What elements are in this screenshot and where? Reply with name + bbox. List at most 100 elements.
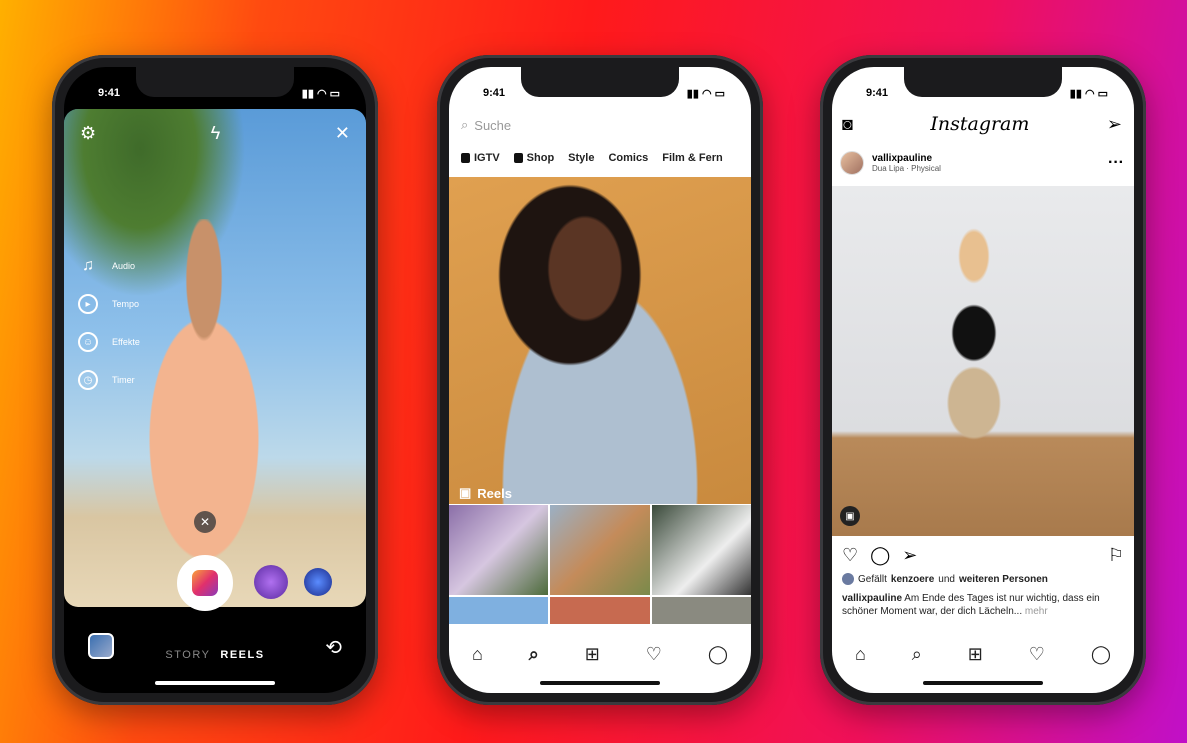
phone-feed: 9:41 ▮▮ ◠ ▭ ◙ Instagram ➢ vallixpauline Dua …	[820, 55, 1146, 705]
reels-tools: ♫ Audio ▸ Tempo ☺ Effekte ◷ Timer	[78, 247, 140, 399]
tab-bar: ⌂ ⌕ ⊞ ♡ ◯	[832, 644, 1134, 665]
likes-mid: und	[938, 573, 955, 585]
caption-username[interactable]: vallixpauline	[842, 593, 902, 604]
reels-icon: ▣	[840, 506, 860, 526]
tool-label: Effekte	[112, 337, 140, 347]
speed-icon: ▸	[78, 294, 98, 314]
post-header: vallixpauline Dua Lipa · Physical ···	[840, 151, 1124, 175]
likes-others[interactable]: weiteren Personen	[959, 574, 1048, 585]
chip-style[interactable]: Style	[568, 152, 594, 164]
chip-comics[interactable]: Comics	[608, 152, 648, 164]
search-icon[interactable]: ⌕	[912, 644, 922, 665]
new-post-icon[interactable]: ⊞	[585, 644, 600, 665]
grid-thumbnail[interactable]	[651, 505, 751, 595]
direct-send-icon[interactable]: ➢	[1107, 114, 1122, 135]
liker-avatar	[842, 573, 854, 585]
category-chips: IGTV Shop Style Comics Film & Fern	[461, 152, 723, 164]
effect-button[interactable]	[254, 565, 288, 599]
chip-igtv[interactable]: IGTV	[461, 152, 500, 164]
post-video[interactable]: ▣	[832, 186, 1134, 536]
heart-icon[interactable]: ♡	[842, 545, 858, 566]
chip-shop[interactable]: Shop	[513, 152, 555, 164]
share-icon[interactable]: ➢	[902, 545, 917, 566]
status-bar: 9:41 ▮▮ ◠ ▭	[98, 87, 340, 100]
phone-explore: 9:41 ▮▮ ◠ ▭ ⌕ Suche IGTV Shop Style Comics…	[437, 55, 763, 705]
flash-icon[interactable]: ϟ	[211, 123, 221, 144]
comment-icon[interactable]: ◯	[870, 545, 890, 566]
mode-reels[interactable]: REELS	[220, 649, 264, 661]
signal-wifi-battery-icon: ▮▮ ◠ ▭	[686, 88, 725, 100]
tool-label: Tempo	[112, 299, 140, 309]
grid-thumbnail[interactable]	[449, 597, 549, 624]
home-indicator	[540, 681, 660, 685]
post-caption: vallixpauline Am Ende des Tages ist nur …	[842, 592, 1124, 618]
search-input[interactable]: ⌕ Suche	[461, 117, 739, 133]
face-effects-icon: ☺	[78, 332, 98, 352]
reels-label: ▣ Reels	[459, 485, 512, 501]
tool-label: Timer	[112, 375, 135, 385]
post-username[interactable]: vallixpauline	[872, 153, 941, 164]
post-audio[interactable]: Dua Lipa · Physical	[872, 164, 941, 173]
chip-film[interactable]: Film & Fern	[662, 152, 723, 164]
profile-icon[interactable]: ◯	[708, 644, 728, 665]
status-bar: 9:41 ▮▮ ◠ ▭	[866, 87, 1108, 100]
tool-label: Audio	[112, 261, 136, 271]
tv-icon	[461, 153, 470, 163]
signal-wifi-battery-icon: ▮▮ ◠ ▭	[301, 88, 340, 100]
mode-story[interactable]: STORY	[165, 649, 210, 661]
chip-label: Shop	[526, 152, 555, 164]
bookmark-icon[interactable]: ⚐	[1108, 545, 1124, 566]
grid-thumbnail[interactable]	[449, 505, 549, 595]
screen: 9:41 ▮▮ ◠ ▭ ⌕ Suche IGTV Shop Style Comics…	[449, 67, 751, 693]
explore-grid	[449, 505, 751, 624]
camera-icon[interactable]: ◙	[842, 114, 853, 135]
status-time: 9:41	[866, 87, 889, 99]
record-button[interactable]	[177, 555, 233, 611]
effect-button[interactable]	[304, 568, 332, 596]
tool-audio[interactable]: ♫ Audio	[78, 247, 140, 285]
settings-gear-icon[interactable]: ⚙	[80, 123, 96, 144]
home-indicator	[923, 681, 1043, 685]
post-actions: ♡ ◯ ➢ ⚐	[842, 545, 1124, 566]
grid-thumbnail[interactable]	[550, 505, 650, 595]
music-note-icon: ♫	[82, 257, 94, 274]
screen: 9:41 ▮▮ ◠ ▭ ◙ Instagram ➢ vallixpauline Dua …	[832, 67, 1134, 693]
timer-icon: ◷	[78, 370, 98, 390]
flip-camera-icon[interactable]: ⟲	[325, 635, 342, 660]
close-icon[interactable]: ✕	[335, 123, 350, 144]
shopping-bag-icon	[513, 153, 523, 163]
screen: 9:41 ▮▮ ◠ ▭ ⚙ ϟ ✕ ♫ Audio ▸ Tempo ☺ Effekte ◷ T…	[64, 67, 366, 693]
status-bar: 9:41 ▮▮ ◠ ▭	[483, 87, 725, 100]
app-header: ◙ Instagram ➢	[842, 113, 1122, 135]
tool-tempo[interactable]: ▸ Tempo	[78, 285, 140, 323]
search-icon[interactable]: ⌕	[529, 644, 539, 665]
liker-username[interactable]: kenzoere	[891, 574, 934, 585]
home-indicator	[155, 681, 275, 685]
reels-hero-video[interactable]: ▣ Reels	[449, 177, 751, 504]
remove-clip-icon[interactable]: ✕	[194, 511, 216, 533]
reels-text: Reels	[477, 485, 512, 501]
home-icon[interactable]: ⌂	[472, 644, 483, 665]
phone-reels-camera: 9:41 ▮▮ ◠ ▭ ⚙ ϟ ✕ ♫ Audio ▸ Tempo ☺ Effekte ◷ T…	[52, 55, 378, 705]
profile-icon[interactable]: ◯	[1091, 644, 1111, 665]
mode-switcher: STORY REELS	[64, 649, 366, 661]
signal-wifi-battery-icon: ▮▮ ◠ ▭	[1069, 88, 1108, 100]
avatar[interactable]	[840, 151, 864, 175]
grid-thumbnail[interactable]	[550, 597, 650, 624]
chip-label: IGTV	[474, 152, 500, 164]
likes-prefix: Gefällt	[858, 573, 887, 585]
instagram-logo: Instagram	[930, 113, 1030, 135]
more-link[interactable]: mehr	[1025, 606, 1048, 617]
home-icon[interactable]: ⌂	[855, 644, 866, 665]
reels-icon	[192, 570, 218, 596]
heart-icon[interactable]: ♡	[646, 644, 662, 665]
grid-thumbnail[interactable]	[651, 597, 751, 624]
new-post-icon[interactable]: ⊞	[968, 644, 983, 665]
heart-icon[interactable]: ♡	[1029, 644, 1045, 665]
likes-line: Gefällt kenzoere und weiteren Personen	[842, 573, 1048, 585]
tab-bar: ⌂ ⌕ ⊞ ♡ ◯	[449, 644, 751, 665]
more-options-icon[interactable]: ···	[1108, 154, 1124, 172]
status-time: 9:41	[483, 87, 506, 99]
tool-effects[interactable]: ☺ Effekte	[78, 323, 140, 361]
tool-timer[interactable]: ◷ Timer	[78, 361, 140, 399]
